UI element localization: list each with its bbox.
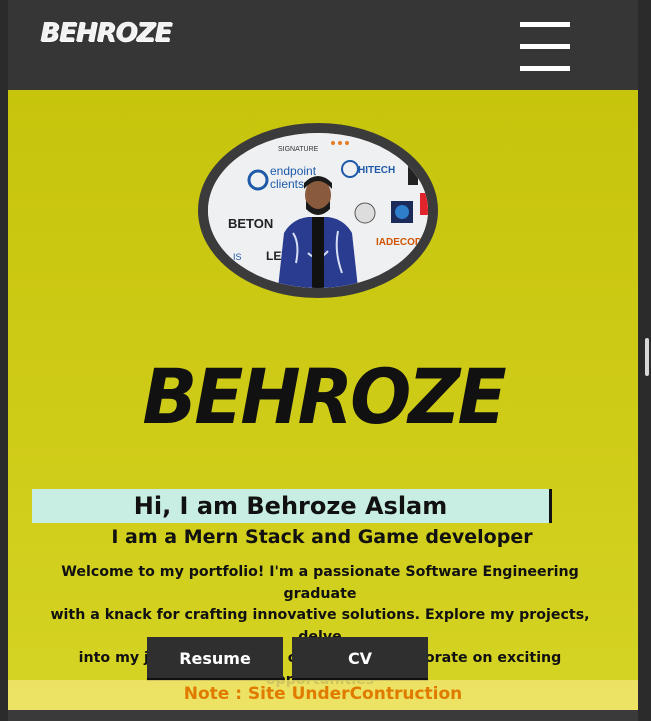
avatar: SIGNATURE endpoint clients HITECH BETON … [198, 123, 438, 298]
scrollbar-thumb[interactable] [645, 338, 649, 376]
profile-photo: SIGNATURE endpoint clients HITECH BETON … [208, 133, 428, 288]
banner-word: SIGNATURE [278, 146, 319, 153]
menu-bar [520, 66, 570, 71]
banner-word: clients [270, 177, 304, 191]
role-subtitle: I am a Mern Stack and Game developer [111, 526, 533, 548]
hero-name-logo: BEHROZE [142, 352, 506, 442]
menu-bar [520, 22, 570, 27]
profile-photo-svg: SIGNATURE endpoint clients HITECH BETON … [208, 133, 428, 288]
menu-bar [520, 44, 570, 49]
under-construction-note: Note : Site UnderContruction [8, 680, 638, 710]
banner-word: endpoint [270, 164, 317, 178]
greeting-heading: Hi, I am Behroze Aslam [32, 489, 552, 523]
hero-section: SIGNATURE endpoint clients HITECH BETON … [8, 90, 638, 710]
banner-word: BETON [228, 216, 273, 231]
banner-word: HITECH [358, 165, 395, 176]
svg-text:IS: IS [233, 252, 242, 262]
brand-logo[interactable]: BEHROZE [40, 18, 172, 48]
intro-line: Welcome to my portfolio! I'm a passionat… [61, 564, 579, 602]
cv-button[interactable]: CV [292, 637, 428, 681]
hamburger-menu-icon[interactable] [520, 22, 570, 72]
navbar: BEHROZE [8, 0, 638, 90]
resume-button[interactable]: Resume [147, 637, 283, 681]
banner-word: IADECODE [376, 237, 428, 248]
